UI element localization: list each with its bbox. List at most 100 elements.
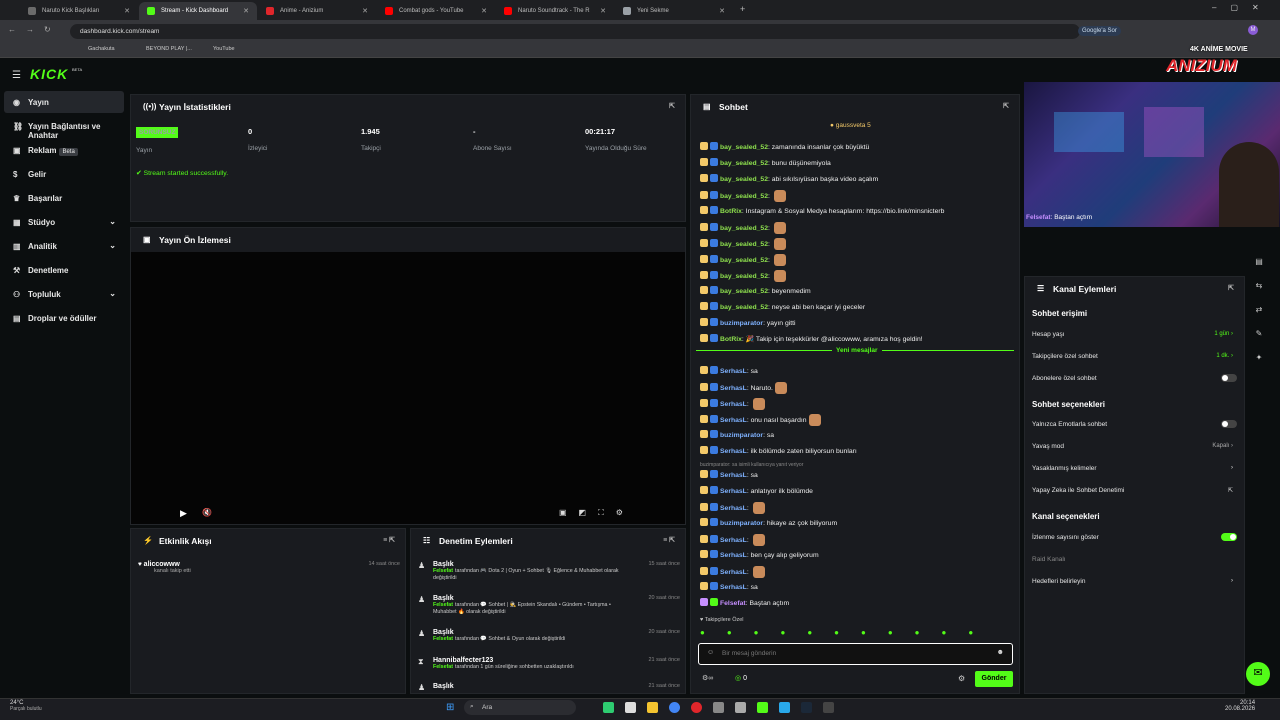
chat-username[interactable]: bay_sealed_52 [720, 160, 768, 167]
chat-username[interactable]: buzimparator [720, 320, 763, 327]
chat-username[interactable]: bay_sealed_52 [720, 176, 768, 183]
row-emote-only[interactable]: Yalnızca Emotlarla sohbet [1032, 420, 1237, 428]
chat-username[interactable]: SerhasL [720, 448, 747, 455]
mute-icon[interactable]: 🔇 [202, 508, 212, 517]
browser-tab[interactable]: Naruto Soundtrack - The R ✕ [496, 2, 614, 20]
menu-icon[interactable]: ☰ [12, 70, 21, 81]
player-controls-icon[interactable]: ▣◩⛶⚙ [559, 508, 635, 518]
row-subs-chat[interactable]: Abonelere özel sohbet [1032, 374, 1237, 382]
chat-username[interactable]: SerhasL [720, 505, 747, 512]
chat-username[interactable]: bay_sealed_52 [720, 288, 768, 295]
sidebar-item[interactable]: ▦ Stüdyo ⌄ [4, 211, 124, 233]
play-icon[interactable]: ▶ [180, 508, 187, 519]
chat-username[interactable]: bay_sealed_52 [720, 304, 768, 311]
bookmark-beyond[interactable]: BEYOND PLAY |... [146, 46, 192, 52]
help-chat-icon[interactable]: ✉ [1246, 662, 1270, 686]
taskbar-search[interactable]: ⌕ Ara [464, 700, 576, 715]
chat-username[interactable]: SerhasL [720, 488, 747, 495]
weather-widget[interactable]: 24°C Parçalı bulutlu [10, 700, 42, 712]
kick-logo[interactable]: KICK [30, 66, 68, 82]
chat-username[interactable]: bay_sealed_52 [720, 257, 768, 264]
row-account-age[interactable]: Hesap yaşı 1 gün › [1032, 331, 1237, 338]
row-ai-moderation[interactable]: Yapay Zeka ile Sohbet Denetimi ⇱ [1032, 487, 1237, 494]
emote-only-toggle[interactable] [1221, 420, 1237, 428]
row-goals[interactable]: Hedefleri belirleyin › [1032, 578, 1237, 585]
chat-username[interactable]: SerhasL [720, 552, 747, 559]
chat-input[interactable]: Bir mesaj gönderin [722, 650, 776, 657]
profile-avatar[interactable]: M [1248, 25, 1258, 35]
sidebar-item[interactable]: ▤ Droplar ve ödüller [4, 307, 124, 329]
chat-username[interactable]: SerhasL [720, 385, 747, 392]
browser-tab[interactable]: Naruto Kick Başlıkları ✕ [20, 2, 138, 20]
chat-username[interactable]: bay_sealed_52 [720, 241, 768, 248]
chrome-icon[interactable] [669, 702, 680, 713]
mod-filter-icon[interactable]: ≡ ⇱ [663, 536, 675, 544]
row-banned-words[interactable]: Yasaklanmış kelimeler › [1032, 465, 1237, 472]
sidebar-item[interactable]: ⛓ Yayın Bağlantısı ve Anahtar [4, 115, 124, 140]
sidebar-item[interactable]: ▣ Reklam Beta [4, 139, 124, 161]
chat-username[interactable]: SerhasL [720, 584, 747, 591]
filter-icon[interactable]: ≡ ⇱ [383, 536, 395, 544]
steam-icon[interactable] [801, 702, 812, 713]
nav-buttons[interactable]: ←→↻ [8, 25, 61, 34]
chat-username[interactable]: BotRix [720, 208, 742, 215]
chat-username[interactable]: SerhasL [720, 472, 747, 479]
google-ask-button[interactable]: Google'a Sor [1078, 26, 1121, 36]
app-icon-4[interactable] [735, 702, 746, 713]
window-controls[interactable]: –▢✕ [1212, 3, 1273, 12]
chat-username[interactable]: bay_sealed_52 [720, 144, 768, 151]
send-button[interactable]: Gönder [975, 671, 1013, 687]
show-views-toggle[interactable] [1221, 533, 1237, 541]
app-icon-2[interactable] [625, 702, 636, 713]
tab-close-icon[interactable]: ✕ [243, 7, 249, 15]
row-raid[interactable]: Raid Kanalı [1032, 556, 1237, 563]
chat-username[interactable]: Felsefat [720, 600, 746, 607]
chat-input-box[interactable]: ☺ Bir mesaj gönderin ☻ [698, 643, 1013, 665]
chat-username[interactable]: SerhasL [720, 537, 747, 544]
bookmark-youtube[interactable]: YouTube [213, 46, 235, 52]
chat-settings-icon[interactable]: ⚙ [958, 674, 965, 683]
url-input[interactable]: dashboard.kick.com/stream [70, 24, 1080, 39]
sidebar-item[interactable]: $ Gelir [4, 163, 124, 185]
clock[interactable]: 20:14 20.08.2026 [1225, 700, 1255, 712]
obs-icon[interactable] [823, 702, 834, 713]
smile-icon[interactable]: ☻ [997, 649, 1004, 656]
chat-username[interactable]: SerhasL [720, 401, 747, 408]
chat-username[interactable]: buzimparator [720, 520, 763, 527]
side-toolbar[interactable]: ▤ ⇆ ⇄ ✎ ✦ [1252, 250, 1266, 370]
chat-popout-icon[interactable]: ⇱ [1003, 102, 1009, 110]
sidebar-item[interactable]: ⚒ Denetleme [4, 259, 124, 281]
browser-tab[interactable]: Yeni Sekme ✕ [615, 2, 733, 20]
ca-popout-icon[interactable]: ⇱ [1228, 284, 1234, 292]
chat-username[interactable]: SerhasL [720, 569, 747, 576]
subs-chat-toggle[interactable] [1221, 374, 1237, 382]
tab-close-icon[interactable]: ✕ [600, 7, 606, 15]
row-followers-chat[interactable]: Takipçilere özel sohbet 1 dk. › [1032, 353, 1237, 360]
emote-bar[interactable]: ●●●●●●●●●●● [700, 628, 1016, 640]
tab-close-icon[interactable]: ✕ [481, 7, 487, 15]
kick-app-icon[interactable] [757, 702, 768, 713]
browser-tab[interactable]: Combat gods - YouTube ✕ [377, 2, 495, 20]
opera-icon[interactable] [691, 702, 702, 713]
folder-icon[interactable] [647, 702, 658, 713]
chat-username[interactable]: SerhasL [720, 368, 747, 375]
emoji-icon[interactable]: ☺ [707, 649, 714, 656]
new-tab-button[interactable]: + [740, 4, 745, 14]
row-slow-mode[interactable]: Yavaş mod Kapalı › [1032, 443, 1237, 450]
row-show-views[interactable]: İzlenme sayısını göster [1032, 533, 1237, 541]
tab-close-icon[interactable]: ✕ [719, 7, 725, 15]
bookmark-gachakuta[interactable]: Gachakuta [88, 46, 115, 52]
app-icon-3[interactable] [713, 702, 724, 713]
windows-start-icon[interactable]: ⊞ [446, 702, 454, 713]
chat-username[interactable]: bay_sealed_52 [720, 225, 768, 232]
sidebar-item[interactable]: ▥ Analitik ⌄ [4, 235, 124, 257]
popout-icon[interactable]: ⇱ [669, 102, 675, 110]
browser-tab[interactable]: Anime - Anizium ✕ [258, 2, 376, 20]
sidebar-item[interactable]: ♛ Başarılar [4, 187, 124, 209]
sidebar-item[interactable]: ⚇ Topluluk ⌄ [4, 283, 124, 305]
app-icon-1[interactable] [603, 702, 614, 713]
chat-username[interactable]: buzimparator [720, 432, 763, 439]
browser-tab[interactable]: Stream - Kick Dashboard ✕ [139, 2, 257, 20]
tab-close-icon[interactable]: ✕ [124, 7, 130, 15]
sidebar-item[interactable]: ◉ Yayın [4, 91, 124, 113]
